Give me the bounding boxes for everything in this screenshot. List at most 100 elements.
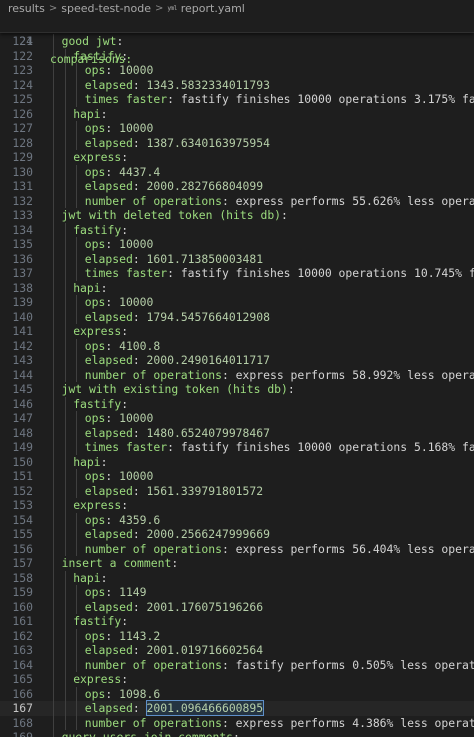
indent-guide bbox=[64, 367, 66, 382]
indent-guide bbox=[64, 121, 66, 136]
code-line[interactable]: 166 ops: 1098.6 bbox=[0, 686, 474, 701]
code-line[interactable]: 137 times faster: fastify finishes 10000 … bbox=[0, 266, 474, 281]
code-line[interactable]: 138 hapi: bbox=[0, 280, 474, 295]
code-content: number of operations: express performs 5… bbox=[50, 367, 474, 382]
line-number: 129 bbox=[12, 150, 33, 164]
line-number: 163 bbox=[12, 643, 33, 657]
indent-guide bbox=[64, 541, 66, 556]
breadcrumb-item-folder[interactable]: speed-test-node bbox=[61, 2, 151, 15]
code-line[interactable]: 152 elapsed: 1561.339791801572 bbox=[0, 483, 474, 498]
code-line[interactable]: 141 express: bbox=[0, 324, 474, 339]
indent-guide bbox=[53, 570, 54, 585]
code-line[interactable]: 131 elapsed: 2000.282766804099 bbox=[0, 179, 474, 194]
code-line[interactable]: 133 jwt with deleted token (hits db): bbox=[0, 208, 474, 223]
indent-guide bbox=[64, 440, 66, 455]
yaml-key: number of operations bbox=[84, 367, 222, 382]
code-line[interactable]: 159 ops: 1149 bbox=[0, 585, 474, 600]
code-line[interactable]: 162 ops: 1143.2 bbox=[0, 628, 474, 643]
yaml-colon: : bbox=[105, 411, 113, 425]
code-line[interactable]: 140 elapsed: 1794.5457664012908 bbox=[0, 309, 474, 324]
code-content: ops: 1149 bbox=[50, 585, 474, 600]
code-editor[interactable]: 24 comparisons: 121 good jwt: 122 fastify: 1… bbox=[0, 14, 474, 737]
code-line[interactable]: 136 elapsed: 1601.713850003481 bbox=[0, 251, 474, 266]
code-line[interactable]: 161 fastify: bbox=[0, 614, 474, 629]
yaml-number-value: 10000 bbox=[119, 121, 154, 135]
line-number: 136 bbox=[12, 251, 33, 266]
yaml-colon: : bbox=[105, 628, 113, 643]
code-content: ops: 4359.6 bbox=[50, 512, 474, 527]
yaml-colon: : bbox=[121, 222, 129, 237]
indent-guide bbox=[76, 701, 78, 716]
code-line[interactable]: 157 insert a comment: bbox=[0, 556, 474, 571]
indent-guide bbox=[53, 585, 54, 600]
breadcrumb-item-file[interactable]: report.yaml bbox=[181, 2, 245, 15]
indent-guide bbox=[64, 498, 66, 513]
code-line[interactable]: 144 number of operations: express perform… bbox=[0, 367, 474, 382]
code-line[interactable]: 164 number of operations: fastify perform… bbox=[0, 657, 474, 672]
code-line[interactable]: 169 query users join comments: bbox=[0, 730, 474, 737]
breadcrumb-item-results[interactable]: results bbox=[8, 2, 45, 15]
line-number: 134 bbox=[12, 222, 33, 237]
sticky-line[interactable]: 24 comparisons: bbox=[0, 14, 474, 66]
code-content: number of operations: express performs 5… bbox=[50, 541, 474, 556]
line-number: 159 bbox=[12, 585, 33, 599]
code-line[interactable]: 163 elapsed: 2001.019716602564 bbox=[0, 643, 474, 658]
code-line[interactable]: 146 fastify: bbox=[0, 396, 474, 411]
code-line[interactable]: 124 elapsed: 1343.5832334011793 bbox=[0, 77, 474, 92]
code-line[interactable]: 145 jwt with existing token (hits db): bbox=[0, 382, 474, 397]
code-line[interactable]: 132 number of operations: express perform… bbox=[0, 193, 474, 208]
code-line[interactable]: 130 ops: 4437.4 bbox=[0, 164, 474, 179]
code-line[interactable]: 158 hapi: bbox=[0, 570, 474, 585]
yaml-colon: : bbox=[121, 396, 129, 411]
indent-guide bbox=[53, 324, 54, 339]
indent-guide bbox=[53, 121, 54, 136]
yaml-number-value: 1561.339791801572 bbox=[146, 483, 264, 498]
code-line[interactable]: 155 elapsed: 2000.2566247999669 bbox=[0, 527, 474, 542]
code-line[interactable]: 134 fastify: bbox=[0, 222, 474, 237]
indent-guide bbox=[64, 237, 66, 252]
yaml-key: fastify bbox=[73, 396, 122, 411]
code-line[interactable]: 150 hapi: bbox=[0, 454, 474, 469]
yaml-colon: : bbox=[121, 672, 129, 686]
code-line[interactable]: 149 times faster: fastify finishes 10000 … bbox=[0, 440, 474, 455]
yaml-number-value: 10000 bbox=[119, 411, 154, 425]
code-line[interactable]: 127 ops: 10000 bbox=[0, 121, 474, 136]
yaml-number-value: 4100.8 bbox=[119, 338, 161, 353]
yaml-string-value: fastify finishes 10000 operations 10.745… bbox=[180, 266, 474, 280]
code-line[interactable]: 142 ops: 4100.8 bbox=[0, 338, 474, 353]
indent-guide bbox=[76, 411, 78, 426]
code-line[interactable]: 135 ops: 10000 bbox=[0, 237, 474, 252]
code-line[interactable]: 129 express: bbox=[0, 150, 474, 165]
indent-guide bbox=[76, 251, 78, 266]
code-line[interactable]: 143 elapsed: 2000.2490164011717 bbox=[0, 353, 474, 368]
code-line[interactable]: 153 express: bbox=[0, 498, 474, 513]
indent-guide bbox=[53, 469, 54, 484]
code-line[interactable]: 165 express: bbox=[0, 672, 474, 687]
yaml-colon: : bbox=[171, 556, 179, 570]
yaml-colon: : bbox=[100, 570, 108, 585]
sticky-scroll-header[interactable]: 24 comparisons: bbox=[0, 14, 474, 66]
yaml-colon: : bbox=[121, 498, 129, 512]
code-line[interactable]: 128 elapsed: 1387.6340163975954 bbox=[0, 135, 474, 150]
indent-guide bbox=[76, 295, 78, 310]
yaml-key: fastify bbox=[73, 614, 122, 628]
yaml-key: elapsed bbox=[84, 701, 133, 715]
line-number: 143 bbox=[12, 353, 33, 367]
indent-guide bbox=[64, 454, 66, 469]
code-line[interactable]: 147 ops: 10000 bbox=[0, 411, 474, 426]
code-line[interactable]: 126 hapi: bbox=[0, 106, 474, 121]
code-line[interactable]: 168 number of operations: express perform… bbox=[0, 715, 474, 730]
code-line[interactable]: 154 ops: 4359.6 bbox=[0, 512, 474, 527]
code-line[interactable]: 121 good jwt: bbox=[0, 34, 474, 49]
code-line[interactable]: 125 times faster: fastify finishes 10000 … bbox=[0, 92, 474, 107]
code-line[interactable]: 160 elapsed: 2001.176075196266 bbox=[0, 599, 474, 614]
indent-guide bbox=[53, 179, 54, 194]
code-line[interactable]: 167 elapsed: 2001.096466600895 bbox=[0, 700, 474, 716]
code-line[interactable]: 151 ops: 10000 bbox=[0, 469, 474, 484]
yaml-colon: : bbox=[105, 164, 113, 179]
code-line[interactable]: 148 elapsed: 1480.6524079978467 bbox=[0, 425, 474, 440]
indent-guide bbox=[76, 469, 78, 484]
indent-guide bbox=[64, 527, 66, 542]
code-line[interactable]: 139 ops: 10000 bbox=[0, 295, 474, 310]
code-line[interactable]: 156 number of operations: express perform… bbox=[0, 541, 474, 556]
